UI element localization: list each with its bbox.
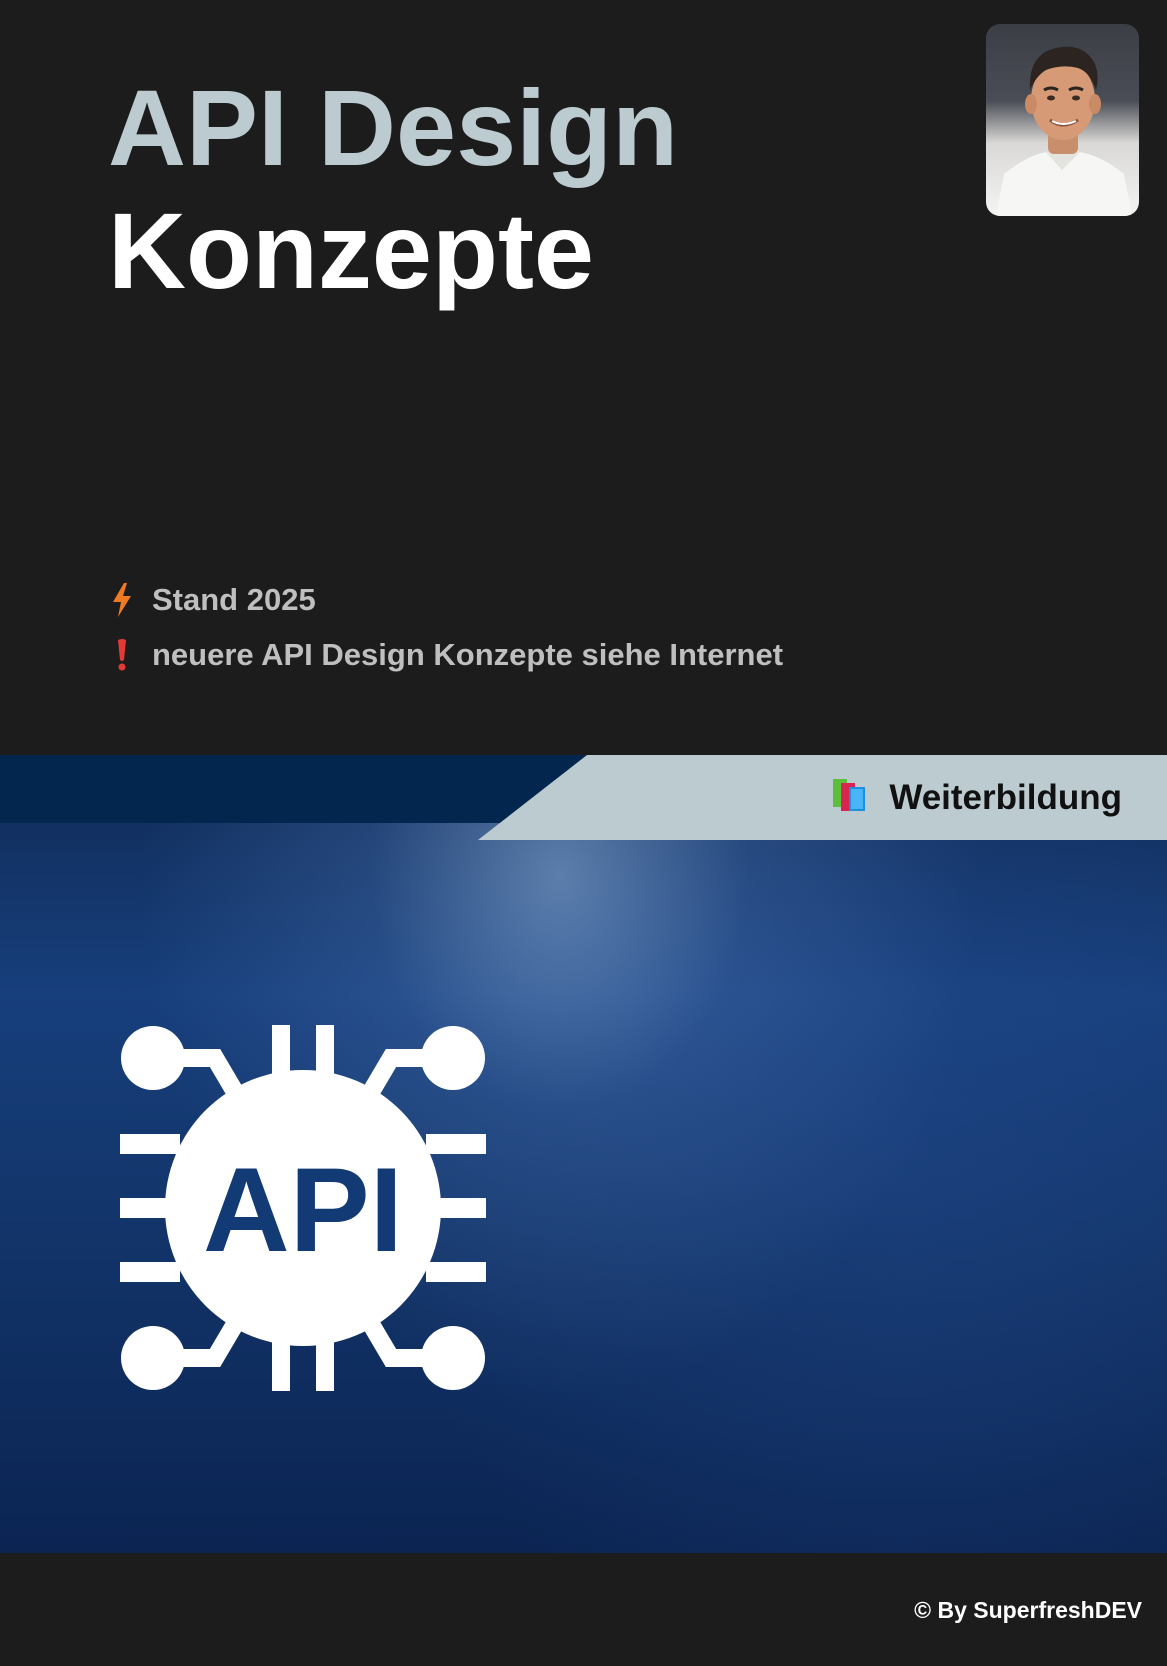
api-emblem-text: API	[203, 1143, 403, 1277]
cover-header: API Design Konzepte Stand 2025 neuere AP…	[0, 0, 1167, 755]
info-text-stand: Stand 2025	[152, 581, 316, 617]
cover-banner: Weiterbildung API	[0, 755, 1167, 1553]
banner-tab: Weiterbildung	[0, 755, 1167, 840]
title-line-2: Konzepte	[108, 190, 594, 311]
author-photo-icon	[996, 46, 1132, 216]
info-list: Stand 2025 neuere API Design Konzepte si…	[108, 572, 783, 682]
title-line-1: API Design	[108, 67, 679, 188]
books-icon	[831, 777, 869, 818]
author-avatar	[986, 24, 1139, 216]
cover-footer: © By SuperfreshDEV	[0, 1553, 1167, 1666]
info-item-stand: Stand 2025	[108, 572, 783, 627]
info-item-hint: neuere API Design Konzepte siehe Interne…	[108, 627, 783, 682]
tab-label-text: Weiterbildung	[889, 777, 1122, 817]
lightning-icon	[108, 582, 136, 618]
api-chip-icon: API	[120, 1025, 486, 1391]
info-text-hint: neuere API Design Konzepte siehe Interne…	[152, 636, 784, 672]
exclamation-icon	[108, 637, 136, 673]
copyright-text: © By SuperfreshDEV	[914, 1597, 1142, 1623]
tab-label: Weiterbildung	[831, 777, 1122, 818]
